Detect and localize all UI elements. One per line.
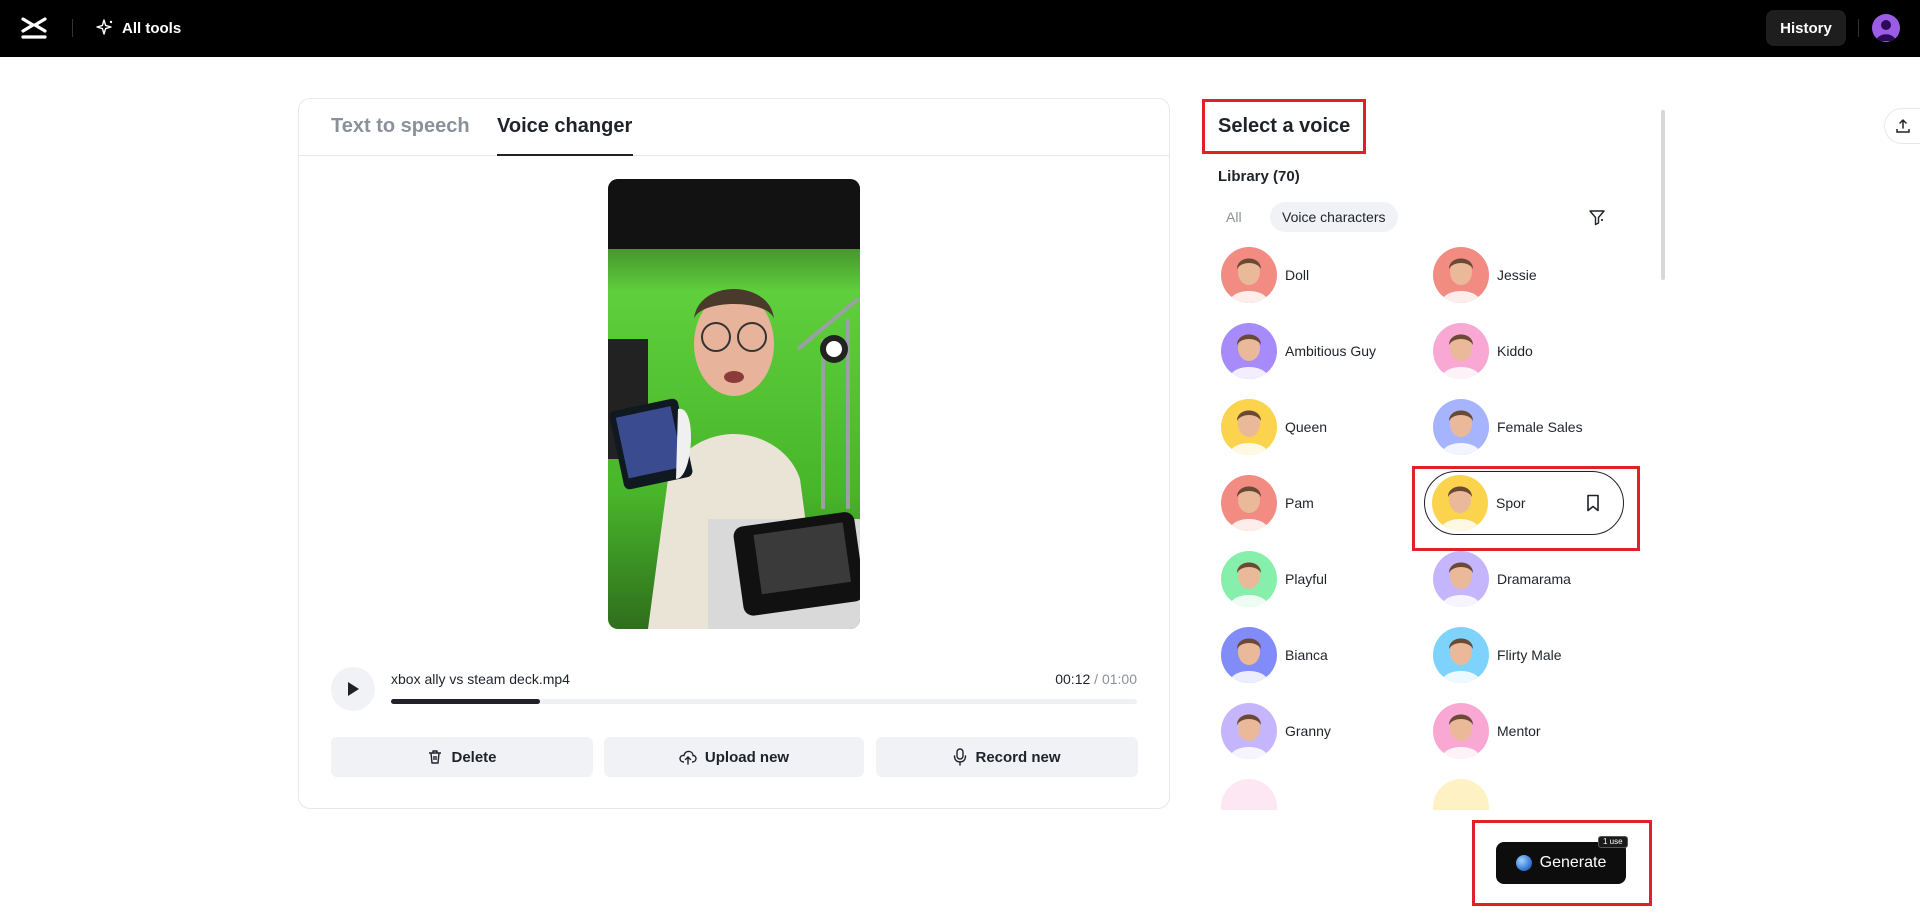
microphone-icon — [954, 748, 967, 766]
voice-item[interactable]: Granny — [1214, 699, 1424, 763]
tab-voice-changer[interactable]: Voice changer — [497, 115, 632, 138]
voice-item[interactable]: Bianca — [1214, 623, 1424, 687]
trash-icon — [429, 750, 442, 764]
time-separator: / — [1090, 671, 1102, 687]
voice-avatar — [1433, 323, 1489, 379]
current-time: 00:12 — [1055, 671, 1091, 687]
voice-avatar — [1433, 779, 1489, 810]
upload-new-button[interactable]: Upload new — [604, 737, 864, 777]
filter-icon[interactable] — [1587, 207, 1607, 227]
active-tab-indicator — [497, 154, 633, 156]
voice-item[interactable]: Pam — [1214, 471, 1424, 535]
topbar-divider — [72, 19, 73, 37]
voice-name: Ambitious Guy — [1285, 343, 1377, 359]
voice-name: Kiddo — [1497, 343, 1533, 359]
voice-avatar — [1221, 475, 1277, 531]
select-voice-title: Select a voice — [1218, 115, 1351, 137]
user-avatar[interactable] — [1872, 14, 1900, 42]
voice-avatar — [1433, 703, 1489, 759]
voice-item[interactable]: Dramarama — [1426, 547, 1636, 611]
voice-name: Jessie — [1497, 267, 1537, 283]
video-thumbnail — [608, 179, 860, 629]
voice-name: Dramarama — [1497, 571, 1571, 587]
voice-avatar — [1221, 323, 1277, 379]
video-preview[interactable] — [608, 179, 860, 629]
side-upload-button[interactable] — [1884, 108, 1920, 144]
filter-voice-characters-chip[interactable]: Voice characters — [1270, 202, 1398, 232]
voice-name: Flirty Male — [1497, 647, 1562, 663]
voice-item[interactable]: Queen — [1214, 395, 1424, 459]
generate-orb-icon — [1515, 855, 1532, 871]
voice-avatar — [1221, 703, 1277, 759]
voice-item[interactable]: Kiddo — [1426, 319, 1636, 383]
use-count-badge: 1 use — [1598, 836, 1628, 848]
upload-new-label: Upload new — [704, 748, 790, 766]
voice-item[interactable] — [1426, 775, 1636, 810]
sparkle-icon — [96, 19, 113, 35]
cloud-upload-icon — [1895, 118, 1910, 133]
delete-label: Delete — [451, 748, 497, 766]
voice-avatar — [1221, 247, 1277, 303]
voice-item[interactable]: Flirty Male — [1426, 623, 1636, 687]
all-tools-label: All tools — [122, 19, 182, 37]
voice-avatar — [1433, 627, 1489, 683]
total-time: 01:00 — [1101, 671, 1137, 687]
voice-avatar — [1221, 551, 1277, 607]
voice-name: Doll — [1285, 267, 1310, 283]
voice-name: Mentor — [1497, 723, 1541, 739]
voice-avatar — [1221, 779, 1277, 810]
all-tools-button[interactable]: All tools — [96, 16, 181, 40]
file-name: xbox ally vs steam deck.mp4 — [391, 671, 570, 687]
capcut-logo-icon[interactable] — [20, 15, 48, 41]
cloud-upload-icon — [679, 750, 697, 765]
voice-item[interactable]: Ambitious Guy — [1214, 319, 1424, 383]
delete-button[interactable]: Delete — [331, 737, 593, 777]
highlight-box-voice — [1412, 466, 1640, 551]
voice-name: Female Sales — [1497, 419, 1583, 435]
mode-tabs: Text to speech Voice changer — [299, 99, 1169, 156]
voice-name: Playful — [1285, 571, 1328, 587]
voice-list-scrollbar[interactable] — [1661, 110, 1665, 280]
playback-progress-fill — [391, 699, 541, 704]
filter-all-chip[interactable]: All — [1226, 202, 1242, 232]
generate-label: Generate — [1539, 854, 1607, 871]
tab-text-to-speech[interactable]: Text to speech — [331, 115, 470, 138]
voice-avatar — [1433, 247, 1489, 303]
play-button[interactable] — [331, 667, 375, 711]
library-count: Library (70) — [1218, 168, 1300, 185]
playback-time: 00:12 / 01:00 — [1055, 671, 1137, 687]
voice-changer-card: Text to speech Voice changer xbox ally v… — [298, 98, 1170, 809]
voice-name: Queen — [1285, 419, 1328, 435]
voice-item[interactable] — [1214, 775, 1424, 810]
voice-item[interactable]: Playful — [1214, 547, 1424, 611]
record-new-button[interactable]: Record new — [876, 737, 1138, 777]
playback-progress-bar[interactable] — [391, 699, 1137, 704]
top-bar: All tools History — [0, 0, 1920, 57]
record-new-label: Record new — [975, 748, 1061, 766]
voice-name: Granny — [1285, 723, 1331, 739]
voice-name: Bianca — [1285, 647, 1328, 663]
voice-name: Pam — [1285, 495, 1314, 511]
voice-avatar — [1433, 399, 1489, 455]
generate-button[interactable]: Generate — [1496, 842, 1626, 884]
voice-item[interactable]: Doll — [1214, 245, 1424, 307]
voice-avatar — [1221, 399, 1277, 455]
play-icon — [348, 682, 359, 696]
voice-avatar — [1433, 551, 1489, 607]
voice-item[interactable]: Jessie — [1426, 245, 1636, 307]
topbar-divider — [1858, 19, 1859, 37]
voice-item[interactable]: Female Sales — [1426, 395, 1636, 459]
voice-avatar — [1221, 627, 1277, 683]
voice-item[interactable]: Mentor — [1426, 699, 1636, 763]
user-icon — [1876, 20, 1896, 41]
history-button[interactable]: History — [1766, 10, 1846, 46]
